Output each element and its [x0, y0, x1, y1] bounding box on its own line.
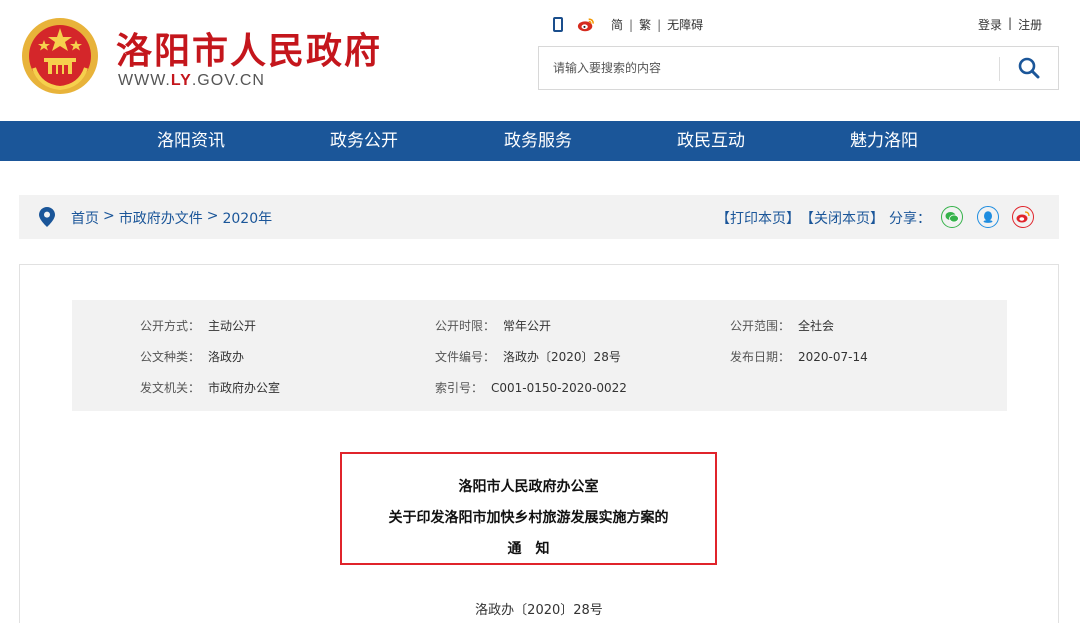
search-box: [538, 46, 1059, 90]
metadata-key: 发文机关：: [140, 381, 201, 395]
metadata-row: 公开方式： 主动公开 公开时限： 常年公开 公开范围： 全社会: [72, 317, 1007, 337]
separator: |: [657, 17, 662, 32]
register-link[interactable]: 注册: [1018, 16, 1042, 33]
metadata-key: 文件编号：: [435, 350, 496, 364]
metadata-value: 洛政办: [208, 350, 245, 364]
metadata-key: 公开方式：: [140, 319, 201, 333]
nav-item-luoyang-news[interactable]: 洛阳资讯: [157, 121, 225, 161]
weibo-icon[interactable]: [577, 17, 595, 32]
qq-share-button[interactable]: [977, 206, 999, 228]
metadata-document-type: 公文种类： 洛政办: [140, 348, 244, 365]
nav-item-government-services[interactable]: 政务服务: [504, 121, 572, 161]
article-panel: 公开方式： 主动公开 公开时限： 常年公开 公开范围： 全社会 公文种类： 洛政办 文件…: [19, 264, 1059, 623]
search-icon: [1018, 57, 1040, 79]
search-input[interactable]: [539, 47, 999, 89]
document-title-line1: 洛阳市人民政府办公室: [458, 479, 599, 495]
qq-icon: [983, 211, 993, 223]
metadata-publish-date: 发布日期： 2020-07-14: [730, 348, 868, 365]
metadata-key: 发布日期：: [730, 350, 791, 364]
metadata-document-number: 文件编号： 洛政办〔2020〕28号: [435, 348, 621, 365]
site-url-prefix: WWW.: [118, 72, 171, 89]
breadcrumb-separator: >: [103, 208, 115, 224]
document-number: 洛政办〔2020〕28号: [475, 603, 603, 618]
metadata-disclosure-method: 公开方式： 主动公开: [140, 317, 256, 334]
metadata-value: 常年公开: [503, 319, 552, 333]
share-label: 分享：: [889, 211, 931, 227]
separator: |: [629, 17, 634, 32]
nav-item-public-interaction[interactable]: 政民互动: [677, 121, 745, 161]
weibo-icon: [1016, 211, 1030, 223]
metadata-key: 索引号：: [435, 381, 484, 395]
metadata-value: 洛政办〔2020〕28号: [503, 350, 621, 364]
separator: |: [1008, 16, 1013, 30]
metadata-row: 发文机关： 市政府办公室 索引号： C001-0150-2020-0022: [72, 379, 1007, 399]
main-nav: 洛阳资讯 政务公开 政务服务 政民互动 魅力洛阳: [0, 121, 1080, 161]
national-emblem-logo[interactable]: [20, 16, 100, 96]
search-button[interactable]: [1000, 47, 1058, 89]
breadcrumb-home[interactable]: 首页: [71, 208, 99, 228]
weibo-share-button[interactable]: [1012, 206, 1034, 228]
metadata-key: 公开范围：: [730, 319, 791, 333]
breadcrumb-year-2020[interactable]: 2020年: [222, 208, 272, 228]
login-link[interactable]: 登录: [978, 16, 1002, 33]
top-links: 简 | 繁 | 无障碍: [553, 16, 703, 33]
metadata-value: 全社会: [798, 319, 835, 333]
metadata-row: 公文种类： 洛政办 文件编号： 洛政办〔2020〕28号 发布日期： 2020-07-…: [72, 348, 1007, 368]
print-page-button[interactable]: 【打印本页】: [716, 208, 800, 228]
metadata-value: 主动公开: [208, 319, 257, 333]
mobile-phone-icon[interactable]: [553, 17, 563, 32]
metadata-value: 2020-07-14: [798, 350, 868, 364]
simplified-chinese-link[interactable]: 简: [611, 16, 623, 33]
metadata-disclosure-period: 公开时限： 常年公开: [435, 317, 551, 334]
document-title-line2: 关于印发洛阳市加快乡村旅游发展实施方案的: [388, 510, 669, 526]
close-page-button[interactable]: 【关闭本页】: [800, 208, 884, 228]
site-url: WWW.LY.GOV.CN: [118, 72, 265, 90]
document-metadata: 公开方式： 主动公开 公开时限： 常年公开 公开范围： 全社会 公文种类： 洛政办 文件…: [72, 300, 1007, 411]
site-header: 洛阳市人民政府 WWW.LY.GOV.CN 简 | 繁 | 无障碍 登录 | 注…: [0, 0, 1080, 121]
metadata-index-number: 索引号： C001-0150-2020-0022: [435, 379, 627, 396]
nav-item-charming-luoyang[interactable]: 魅力洛阳: [850, 121, 918, 161]
location-pin-icon: [39, 207, 55, 227]
site-url-suffix: .GOV.CN: [191, 72, 265, 89]
metadata-value: 市政府办公室: [208, 381, 281, 395]
nav-item-government-affairs-disclosure[interactable]: 政务公开: [330, 121, 398, 161]
site-url-highlight: LY: [170, 72, 192, 89]
breadcrumb-city-gov-docs[interactable]: 市政府办文件: [119, 208, 203, 228]
metadata-value: C001-0150-2020-0022: [491, 381, 627, 395]
document-title-line3: 通 知: [507, 541, 550, 557]
breadcrumb-bar: 首页 > 市政府办文件 > 2020年 【打印本页】 【关闭本页】 分享：: [19, 195, 1059, 239]
traditional-chinese-link[interactable]: 繁: [639, 16, 651, 33]
page-tools: 【打印本页】 【关闭本页】: [716, 208, 884, 228]
accessibility-link[interactable]: 无障碍: [667, 16, 703, 33]
auth-links: 登录 | 注册: [978, 16, 1042, 33]
metadata-disclosure-scope: 公开范围： 全社会: [730, 317, 834, 334]
wechat-share-button[interactable]: [941, 206, 963, 228]
metadata-key: 公文种类：: [140, 350, 201, 364]
site-title[interactable]: 洛阳市人民政府: [116, 22, 382, 74]
document-title-highlight: 洛阳市人民政府办公室 关于印发洛阳市加快乡村旅游发展实施方案的 通 知: [340, 452, 717, 565]
breadcrumb-separator: >: [206, 208, 219, 224]
breadcrumb: 首页 > 市政府办文件 > 2020年: [71, 208, 272, 228]
wechat-icon: [945, 212, 959, 223]
metadata-issuing-authority: 发文机关： 市政府办公室: [140, 379, 280, 396]
metadata-key: 公开时限：: [435, 319, 496, 333]
